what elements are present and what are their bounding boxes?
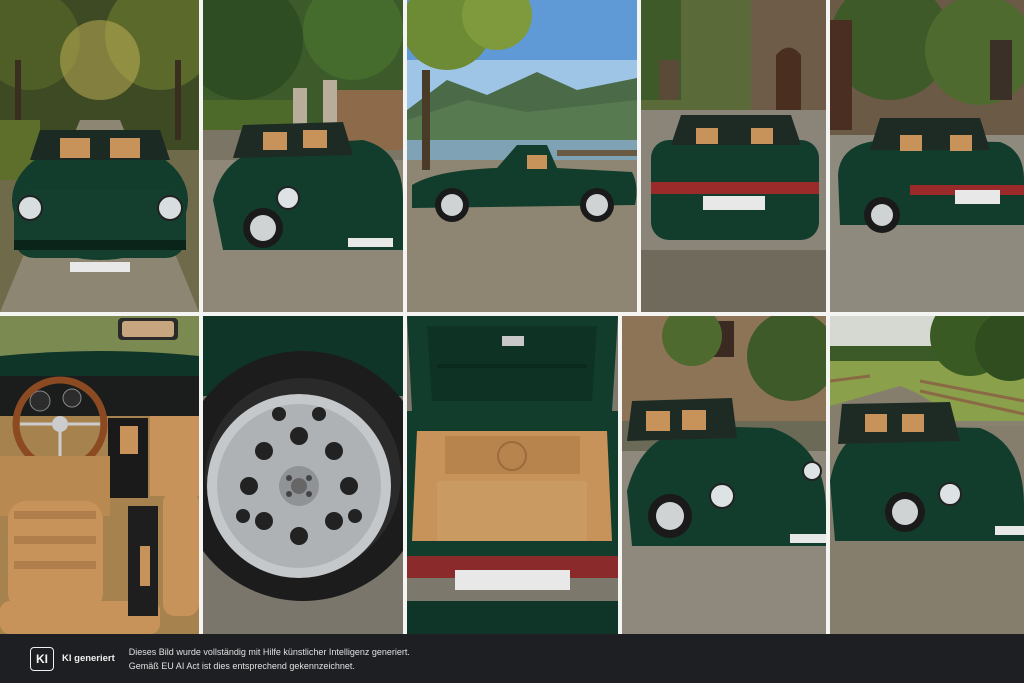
photo-car-lake: [407, 0, 637, 312]
photo-car-countryside: [830, 316, 1024, 634]
ai-notice-line-2: Gemäß EU AI Act ist dies entsprechend ge…: [128, 660, 355, 671]
photo-car-front-avenue: [0, 0, 199, 312]
photo-car-gate: [203, 0, 403, 312]
photo-car-stone-house: [622, 316, 826, 634]
photo-collage: [0, 0, 1024, 634]
ki-generated-label: KI generiert: [62, 653, 115, 664]
photo-car-rear-cobblestone: [641, 0, 826, 312]
ai-notice-line-1: Dieses Bild wurde vollständig mit Hilfe …: [128, 646, 410, 657]
photo-interior: [0, 316, 199, 634]
photo-wheel: [203, 316, 403, 634]
ki-icon: KI: [30, 646, 54, 671]
photo-car-rear-ivy: [830, 0, 1024, 312]
ai-notice: Dieses Bild wurde vollständig mit Hilfe …: [129, 645, 410, 673]
photo-open-trunk: [407, 316, 618, 634]
ai-disclosure-footer: KI KI generiert Dieses Bild wurde vollst…: [0, 634, 1024, 683]
ki-badge: KI KI generiert: [30, 646, 115, 671]
